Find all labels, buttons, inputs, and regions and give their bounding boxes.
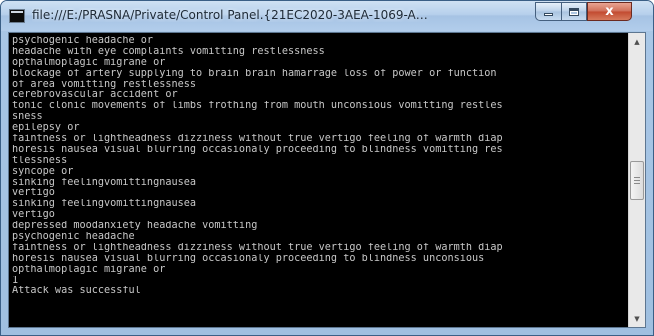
- thumb-grip-line: [634, 179, 640, 181]
- maximize-icon: [569, 7, 579, 16]
- console-line: tonic clonic movements of limbs frothing…: [12, 101, 503, 112]
- vertical-scrollbar[interactable]: ▲ ▼: [628, 33, 645, 327]
- console-line: cerebrovascular accident or: [12, 90, 178, 101]
- console-line: 1: [12, 275, 19, 286]
- console-line: faintness or lightheadness dizziness wit…: [12, 134, 503, 145]
- console-line: opthalmoplagic migrane or: [12, 264, 166, 275]
- console-line: vertigo: [12, 188, 55, 199]
- window-title: file:///E:/PRASNA/Private/Control Panel.…: [32, 8, 432, 22]
- close-icon: x: [605, 4, 614, 19]
- console-line: psychogenic headache or: [12, 36, 154, 46]
- minimize-icon: [544, 13, 553, 16]
- console-line: opthalmoplagic migrane or: [12, 57, 166, 68]
- console-line: vertigo: [12, 210, 55, 221]
- console-line: sness: [12, 112, 43, 123]
- scrollbar-thumb[interactable]: [630, 160, 644, 200]
- scroll-up-arrow-icon[interactable]: ▲: [629, 33, 645, 50]
- console-line: sinking feelingvomittingnausea: [12, 199, 197, 210]
- console-app-icon[interactable]: [9, 9, 25, 23]
- console-text: psychogenic headache or headache with eye…: [12, 36, 624, 322]
- console-line: epilepsy or: [12, 123, 80, 134]
- minimize-button[interactable]: [535, 2, 561, 21]
- console-line: Attack was successful: [12, 286, 141, 297]
- scroll-down-arrow-icon[interactable]: ▼: [629, 310, 645, 327]
- console-output-area[interactable]: psychogenic headache or headache with eye…: [8, 32, 646, 328]
- console-line: horesis nausea visual blurring occasiona…: [12, 253, 485, 264]
- console-line: headache with eye complaints vomitting r…: [12, 46, 325, 57]
- title-bar[interactable]: file:///E:/PRASNA/Private/Control Panel.…: [1, 1, 653, 31]
- console-line: faintness or lightheadness dizziness wit…: [12, 242, 503, 253]
- console-line: depressed moodanxiety headache vomitting: [12, 221, 258, 232]
- maximize-button[interactable]: [561, 2, 587, 21]
- thumb-grip-line: [634, 176, 640, 178]
- console-line: psychogenic headache: [12, 232, 135, 243]
- console-line: sinking feelingvomittingnausea: [12, 177, 197, 188]
- console-window: file:///E:/PRASNA/Private/Control Panel.…: [0, 0, 654, 336]
- console-line: syncope or: [12, 166, 74, 177]
- console-line: horesis nausea visual blurring occasiona…: [12, 144, 503, 155]
- thumb-grip-line: [634, 182, 640, 184]
- console-line: tlessness: [12, 155, 68, 166]
- close-button[interactable]: x: [587, 2, 632, 21]
- console-line: blockage of artery supplying to brain br…: [12, 68, 497, 79]
- console-line: of area vomitting restlessness: [12, 79, 197, 90]
